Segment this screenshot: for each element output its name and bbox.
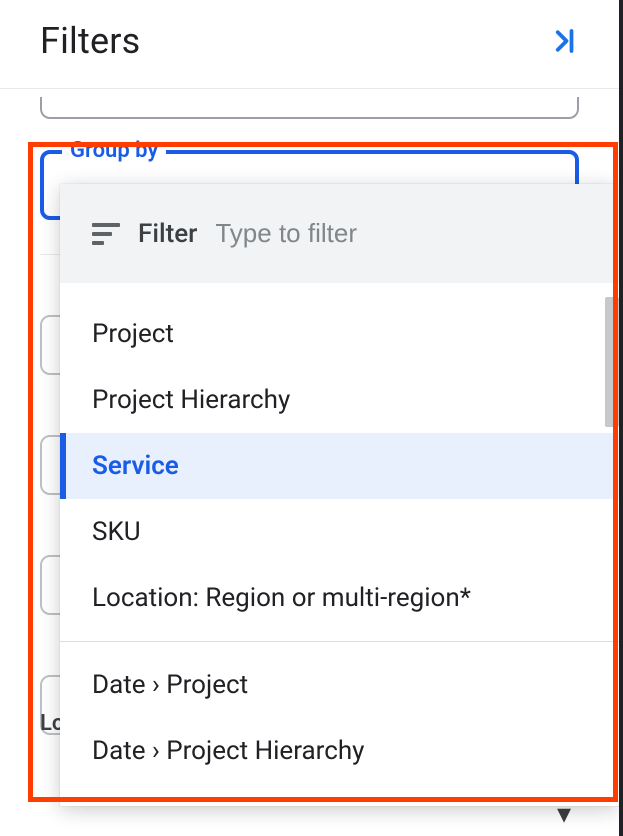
previous-filter-field-bottom [40,97,579,119]
group-by-legend: Group by [62,138,166,163]
option-date-project[interactable]: Date › Project [60,652,619,718]
option-sku[interactable]: SKU [60,499,619,565]
option-project[interactable]: Project [60,301,619,367]
dropdown-filter-bar: Filter [60,184,619,283]
dropdown-options-list: Project Project Hierarchy Service SKU Lo… [60,283,619,806]
option-location-region[interactable]: Location: Region or multi-region* [60,565,619,631]
filters-panel: Filters Group by Locations ▾ Filter [0,0,623,836]
option-date-project-hierarchy[interactable]: Date › Project Hierarchy [60,718,619,784]
filter-input[interactable] [215,218,587,249]
collapse-panel-button[interactable] [549,26,579,56]
filter-icon [92,223,120,245]
group-by-dropdown: Filter Project Project Hierarchy Service… [60,184,619,806]
header-divider [0,88,619,89]
option-group-separator [60,641,619,642]
panel-title: Filters [40,20,140,62]
option-service[interactable]: Service [60,433,619,499]
chevron-right-bar-icon [549,26,579,56]
panel-header: Filters [0,0,619,88]
scrollbar-thumb[interactable] [605,297,619,427]
filter-label: Filter [138,219,197,249]
option-project-hierarchy[interactable]: Project Hierarchy [60,367,619,433]
